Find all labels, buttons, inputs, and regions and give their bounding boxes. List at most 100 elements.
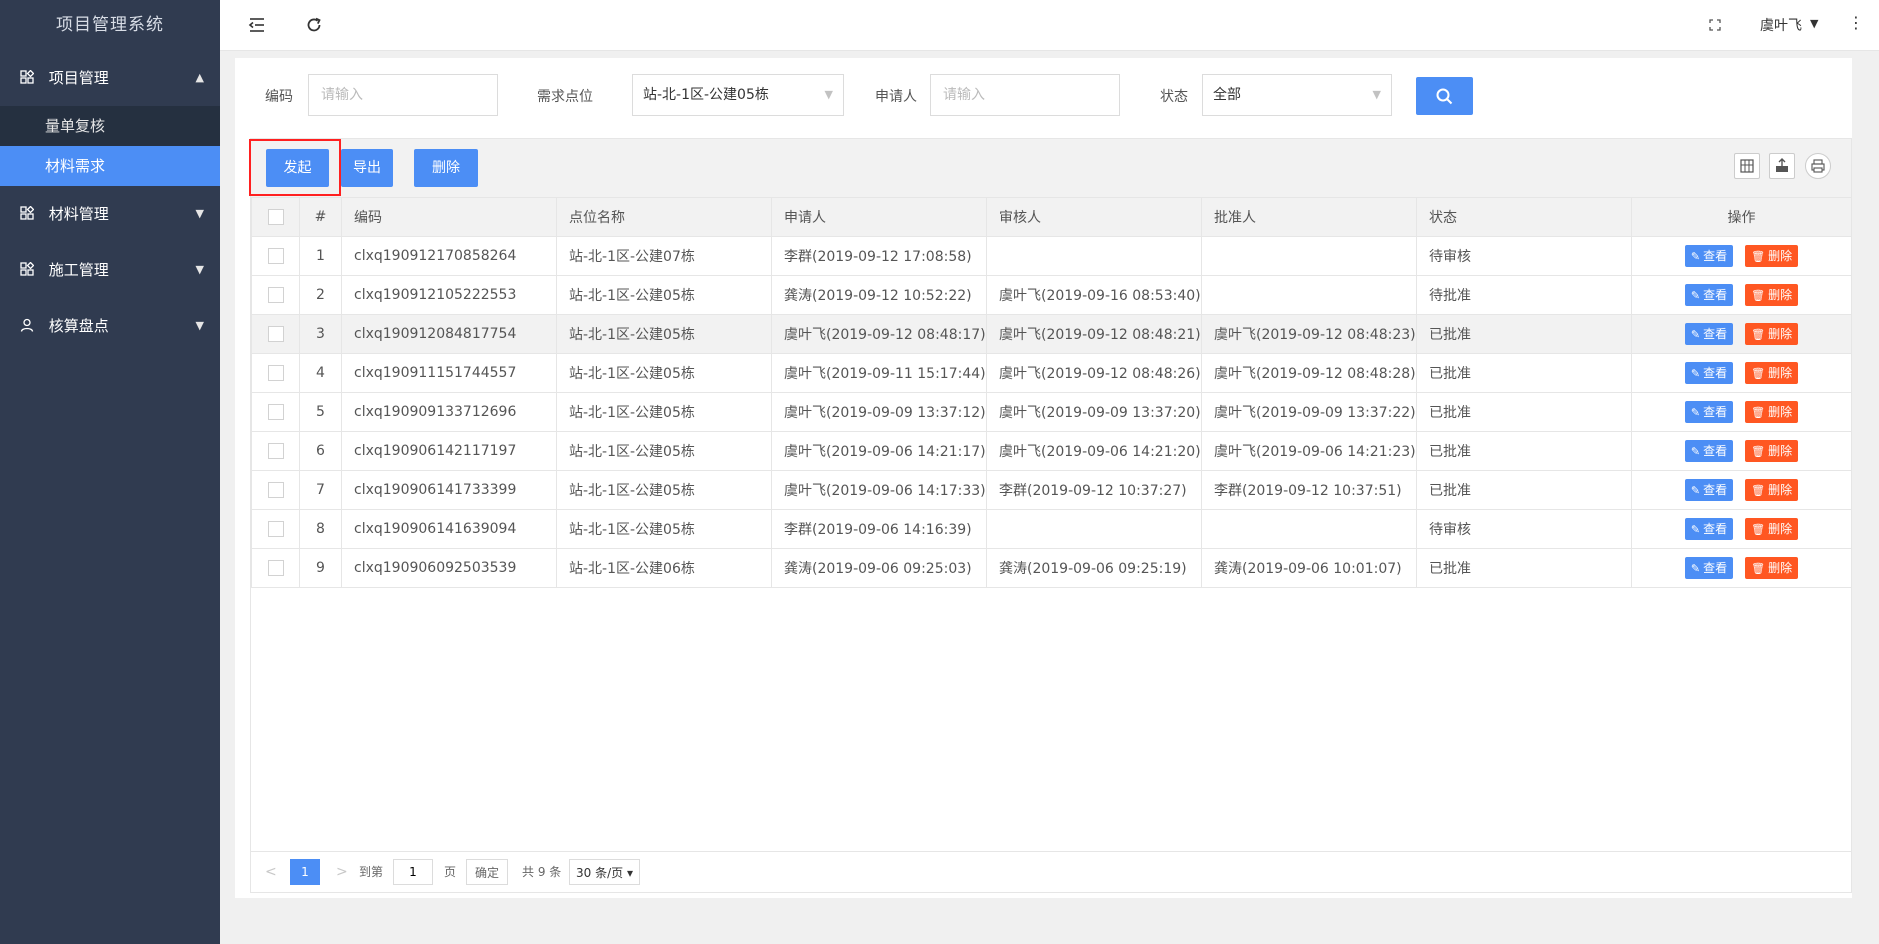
applicant-cell: 李群(2019-09-06 14:16:39) <box>771 509 987 549</box>
delete-label: 删除 <box>1768 561 1793 575</box>
view-label: 查看 <box>1703 483 1728 497</box>
status-select-value: 全部 <box>1213 87 1241 103</box>
delete-button[interactable]: 删除 <box>414 149 478 187</box>
code-input[interactable] <box>308 74 498 116</box>
view-button[interactable]: ✎ 查看 <box>1684 440 1734 462</box>
view-label: 查看 <box>1703 405 1728 419</box>
point-select[interactable]: 站-北-1区-公建05栋 ▼ <box>632 74 844 116</box>
row-delete-button[interactable]: 🗑 删除 <box>1745 401 1799 423</box>
print-icon[interactable] <box>1805 153 1831 179</box>
view-button[interactable]: ✎ 查看 <box>1684 557 1734 579</box>
more-vertical-icon[interactable]: ⋮ <box>1848 13 1864 32</box>
row-checkbox[interactable] <box>267 287 284 303</box>
goto-page-input[interactable] <box>393 859 433 885</box>
row-checkbox[interactable] <box>267 443 284 459</box>
row-delete-button[interactable]: 🗑 删除 <box>1745 440 1799 462</box>
pagination: < 1 > 到第 页 确定 共 9 条 30 条/页 ▾ <box>251 851 1851 892</box>
table-row: 8 clxq190906141639094 站-北-1区-公建05栋 李群(2019-… <box>251 509 1852 549</box>
code-cell: clxq190906142117197 <box>341 431 557 471</box>
page-size-value: 30 条/页 <box>576 866 624 880</box>
export-button[interactable]: 导出 <box>341 149 393 187</box>
view-button[interactable]: ✎ 查看 <box>1684 479 1734 501</box>
status-select[interactable]: 全部 ▼ <box>1202 74 1392 116</box>
edit-icon: ✎ <box>1690 562 1701 575</box>
code-cell: clxq190906092503539 <box>341 548 557 588</box>
sidebar-group-accounting[interactable]: 核算盘点 ▼ <box>0 298 220 354</box>
row-delete-button[interactable]: 🗑 删除 <box>1745 479 1799 501</box>
column-header: 批准人 <box>1201 197 1417 237</box>
row-delete-button[interactable]: 🗑 删除 <box>1745 245 1799 267</box>
row-number: 2 <box>299 275 342 315</box>
row-checkbox[interactable] <box>267 521 284 537</box>
status-cell: 待批准 <box>1416 275 1632 315</box>
row-number: 9 <box>299 548 342 588</box>
view-button[interactable]: ✎ 查看 <box>1684 323 1734 345</box>
row-number: 8 <box>299 509 342 549</box>
chevron-down-icon: ▼ <box>824 88 833 101</box>
actions-cell: ✎ 查看 🗑 删除 <box>1631 353 1852 393</box>
table-row: 4 clxq190911151744557 站-北-1区-公建05栋 虞叶飞(2019… <box>251 353 1852 393</box>
applicant-input[interactable] <box>930 74 1120 116</box>
point-cell: 站-北-1区-公建05栋 <box>556 470 772 510</box>
goto-confirm-button[interactable]: 确定 <box>466 859 509 885</box>
fullscreen-icon[interactable] <box>1705 15 1725 35</box>
row-checkbox[interactable] <box>267 404 284 420</box>
sidebar-item-material-demand[interactable]: 材料需求 <box>0 146 220 186</box>
grid-icon <box>20 261 34 276</box>
user-name[interactable]: 虞叶飞 <box>1760 15 1802 35</box>
row-select-cell <box>251 353 300 393</box>
sidebar-group-material[interactable]: 材料管理 ▼ <box>0 186 220 242</box>
approver-cell <box>1201 236 1417 276</box>
row-select-cell <box>251 470 300 510</box>
code-label: 编码 <box>265 89 293 105</box>
page-current[interactable]: 1 <box>290 859 320 885</box>
point-label: 需求点位 <box>537 89 593 105</box>
prev-page-icon[interactable]: < <box>265 859 277 885</box>
table-panel: 发起 导出 删除 # 编码 点位名称 申请人 审核人 批准人 状态 操作 1 c… <box>249 138 1852 893</box>
view-button[interactable]: ✎ 查看 <box>1684 284 1734 306</box>
view-button[interactable]: ✎ 查看 <box>1684 401 1734 423</box>
view-button[interactable]: ✎ 查看 <box>1684 518 1734 540</box>
code-cell: clxq190912170858264 <box>341 236 557 276</box>
row-delete-button[interactable]: 🗑 删除 <box>1745 323 1799 345</box>
search-icon <box>1436 88 1453 105</box>
columns-filter-icon[interactable] <box>1734 153 1760 179</box>
delete-label: 删除 <box>1768 522 1793 536</box>
reviewer-cell <box>986 236 1202 276</box>
view-label: 查看 <box>1703 249 1728 263</box>
row-delete-button[interactable]: 🗑 删除 <box>1745 557 1799 579</box>
row-checkbox[interactable] <box>267 248 284 264</box>
sidebar-group-construction[interactable]: 施工管理 ▼ <box>0 242 220 298</box>
edit-icon: ✎ <box>1690 484 1701 497</box>
delete-label: 删除 <box>1768 366 1793 380</box>
export-icon[interactable] <box>1769 153 1795 179</box>
applicant-cell: 虞叶飞(2019-09-06 14:17:33) <box>771 470 987 510</box>
next-page-icon[interactable]: > <box>336 859 348 885</box>
refresh-icon[interactable] <box>304 15 324 35</box>
approver-cell: 虞叶飞(2019-09-09 13:37:22) <box>1201 392 1417 432</box>
sidebar-group-label: 项目管理 <box>48 69 109 87</box>
sidebar-group-project[interactable]: 项目管理 ▲ <box>0 50 220 106</box>
caret-down-icon[interactable]: ▼ <box>1810 17 1818 30</box>
row-checkbox[interactable] <box>267 560 284 576</box>
page-size-select[interactable]: 30 条/页 ▾ <box>569 859 640 885</box>
actions-cell: ✎ 查看 🗑 删除 <box>1631 470 1852 510</box>
row-delete-button[interactable]: 🗑 删除 <box>1745 284 1799 306</box>
view-button[interactable]: ✎ 查看 <box>1684 245 1734 267</box>
caret-down-icon: ▼ <box>195 263 204 276</box>
sidebar-item-quantity-review[interactable]: 量单复核 <box>0 106 220 146</box>
row-checkbox[interactable] <box>267 326 284 342</box>
menu-toggle-icon[interactable] <box>247 15 267 35</box>
view-button[interactable]: ✎ 查看 <box>1684 362 1734 384</box>
status-cell: 已批准 <box>1416 314 1632 354</box>
search-button[interactable] <box>1416 77 1473 115</box>
start-button[interactable]: 发起 <box>266 149 329 187</box>
row-checkbox[interactable] <box>267 365 284 381</box>
row-delete-button[interactable]: 🗑 删除 <box>1745 518 1799 540</box>
row-checkbox[interactable] <box>267 482 284 498</box>
grid-icon <box>20 69 34 84</box>
point-cell: 站-北-1区-公建07栋 <box>556 236 772 276</box>
applicant-cell: 虞叶飞(2019-09-09 13:37:12) <box>771 392 987 432</box>
row-delete-button[interactable]: 🗑 删除 <box>1745 362 1799 384</box>
select-all-checkbox[interactable] <box>267 209 284 225</box>
